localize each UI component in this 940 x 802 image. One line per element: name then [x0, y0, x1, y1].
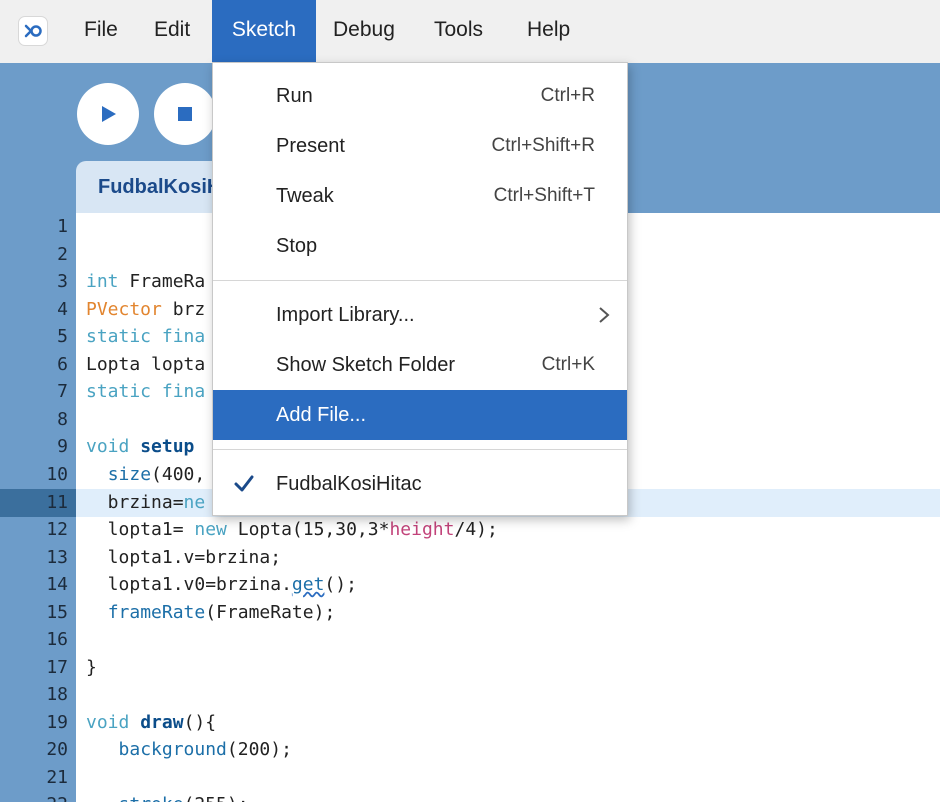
menu-item-run[interactable]: Run Ctrl+R [213, 71, 627, 121]
code-line-13: lopta1.v=brzina; [86, 547, 282, 568]
stop-icon [178, 107, 192, 121]
code-line-22: stroke(255); [86, 791, 249, 802]
line-number: 17 [46, 657, 68, 678]
menu-help[interactable]: Help [511, 0, 586, 62]
code-line-19: void draw(){ [86, 712, 217, 733]
code-line-9: void setup [86, 436, 195, 457]
menu-item-add-file[interactable]: Add File... [213, 390, 627, 440]
line-number: 18 [46, 684, 68, 705]
code-line-11: brzina=ne [86, 492, 206, 513]
menu-file[interactable]: File [68, 0, 134, 62]
menu-item-stop[interactable]: Stop [213, 221, 627, 271]
line-number: 20 [46, 739, 68, 760]
menu-item-present[interactable]: Present Ctrl+Shift+R [213, 121, 627, 171]
line-number: 15 [46, 602, 68, 623]
code-line-4: PVector brz [86, 299, 206, 320]
code-line-3: int FrameRa [86, 271, 206, 292]
line-number: 13 [46, 547, 68, 568]
line-number: 16 [46, 629, 68, 650]
menu-item-tweak[interactable]: Tweak Ctrl+Shift+T [213, 171, 627, 221]
line-number: 11 [46, 492, 68, 513]
code-line-7: static fina [86, 381, 206, 402]
processing-logo-icon[interactable] [18, 16, 48, 46]
line-number: 3 [57, 271, 68, 292]
code-line-14: lopta1.v0=brzina.get(); [86, 574, 357, 595]
menu-item-sketch-tab[interactable]: FudbalKosiHitac [213, 459, 627, 509]
checkmark-icon [233, 459, 255, 509]
line-number: 12 [46, 519, 68, 540]
code-line-10: size(400, [107, 464, 206, 485]
line-number: 19 [46, 712, 68, 733]
menu-bar: File Edit Sketch Debug Tools Help [0, 0, 940, 63]
menu-sketch[interactable]: Sketch [212, 0, 316, 62]
play-icon [102, 106, 116, 122]
code-line-12: lopta1= new Lopta(15,30,3*height/4); [86, 519, 498, 540]
menu-debug[interactable]: Debug [317, 0, 411, 62]
stop-button[interactable] [154, 83, 216, 145]
line-number: 21 [46, 767, 68, 788]
code-line-5: static fina [86, 326, 206, 347]
line-number: 2 [57, 244, 68, 265]
menu-item-show-sketch-folder[interactable]: Show Sketch Folder Ctrl+K [213, 340, 627, 390]
line-number: 14 [46, 574, 68, 595]
menu-separator [213, 449, 627, 450]
line-number: 10 [46, 464, 68, 485]
menu-edit[interactable]: Edit [138, 0, 206, 62]
menu-tools[interactable]: Tools [418, 0, 499, 62]
code-line-17: } [86, 657, 97, 678]
line-number-gutter: 1 2 3 4 5 6 7 8 9 10 11 12 13 14 15 16 1… [0, 213, 76, 802]
chevron-right-icon [597, 290, 611, 340]
line-number: 22 [0, 791, 68, 802]
line-number: 8 [57, 409, 68, 430]
line-number: 7 [57, 381, 68, 402]
line-number: 6 [57, 354, 68, 375]
code-line-15: frameRate(FrameRate); [107, 602, 336, 623]
line-number: 4 [57, 299, 68, 320]
line-number: 9 [57, 436, 68, 457]
sketch-menu-dropdown: Run Ctrl+R Present Ctrl+Shift+R Tweak Ct… [212, 62, 628, 516]
run-button[interactable] [77, 83, 139, 145]
code-line-6: Lopta lopta [86, 354, 206, 375]
menu-separator [213, 280, 627, 281]
line-number: 5 [57, 326, 68, 347]
menu-item-import-library[interactable]: Import Library... [213, 290, 627, 340]
line-number: 1 [57, 216, 68, 237]
code-line-20: background(200); [118, 739, 292, 760]
